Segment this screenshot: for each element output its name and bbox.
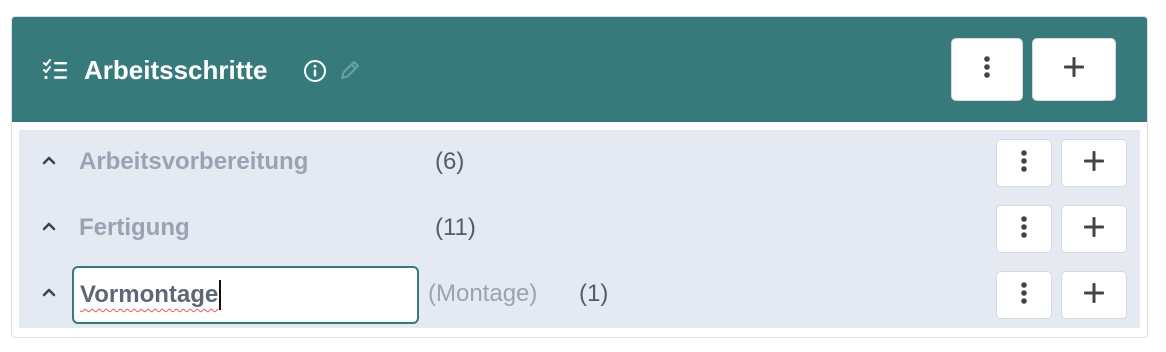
group-menu-button[interactable] (996, 205, 1052, 253)
group-count: (6) (435, 148, 465, 175)
info-icon[interactable] (303, 59, 327, 88)
group-add-button[interactable] (1061, 205, 1127, 253)
group-label[interactable]: Fertigung (79, 212, 190, 244)
checklist-icon (42, 59, 68, 86)
group-row: Fertigung (11) (19, 196, 1140, 262)
card-header: Arbeitsschritte (12, 17, 1147, 122)
plus-icon (1063, 56, 1085, 83)
group-menu-button[interactable] (996, 139, 1052, 187)
group-name-input[interactable]: Vormontage (72, 266, 419, 324)
plus-icon (1083, 150, 1105, 177)
group-count: (11) (435, 214, 476, 241)
group-menu-button[interactable] (996, 271, 1052, 319)
group-label[interactable]: Arbeitsvorbereitung (79, 146, 308, 178)
header-menu-button[interactable] (951, 38, 1023, 101)
group-count: (1) (579, 280, 609, 307)
plus-icon (1083, 216, 1105, 243)
chevron-up-icon[interactable] (41, 219, 57, 237)
more-vertical-icon (1020, 215, 1028, 244)
more-vertical-icon (983, 55, 991, 84)
group-row: Arbeitsvorbereitung (6) (19, 130, 1140, 196)
page-title: Arbeitsschritte (84, 55, 268, 85)
groups-list: Arbeitsvorbereitung (6) Fertigung (11) V… (19, 130, 1140, 328)
group-name-value: Vormontage (80, 281, 219, 308)
header-add-button[interactable] (1032, 38, 1116, 101)
chevron-up-icon[interactable] (41, 153, 57, 171)
work-steps-card: Arbeitsschritte Arbeitsvorbereitung (6) … (11, 16, 1148, 338)
group-add-button[interactable] (1061, 139, 1127, 187)
pencil-icon[interactable] (338, 58, 362, 87)
group-parent-label: (Montage) (428, 280, 538, 307)
group-add-button[interactable] (1061, 271, 1127, 319)
plus-icon (1083, 282, 1105, 309)
more-vertical-icon (1020, 281, 1028, 310)
group-row-editing: Vormontage (Montage) (1) (19, 262, 1140, 328)
more-vertical-icon (1020, 149, 1028, 178)
text-caret (219, 280, 222, 310)
chevron-up-icon[interactable] (41, 285, 57, 303)
